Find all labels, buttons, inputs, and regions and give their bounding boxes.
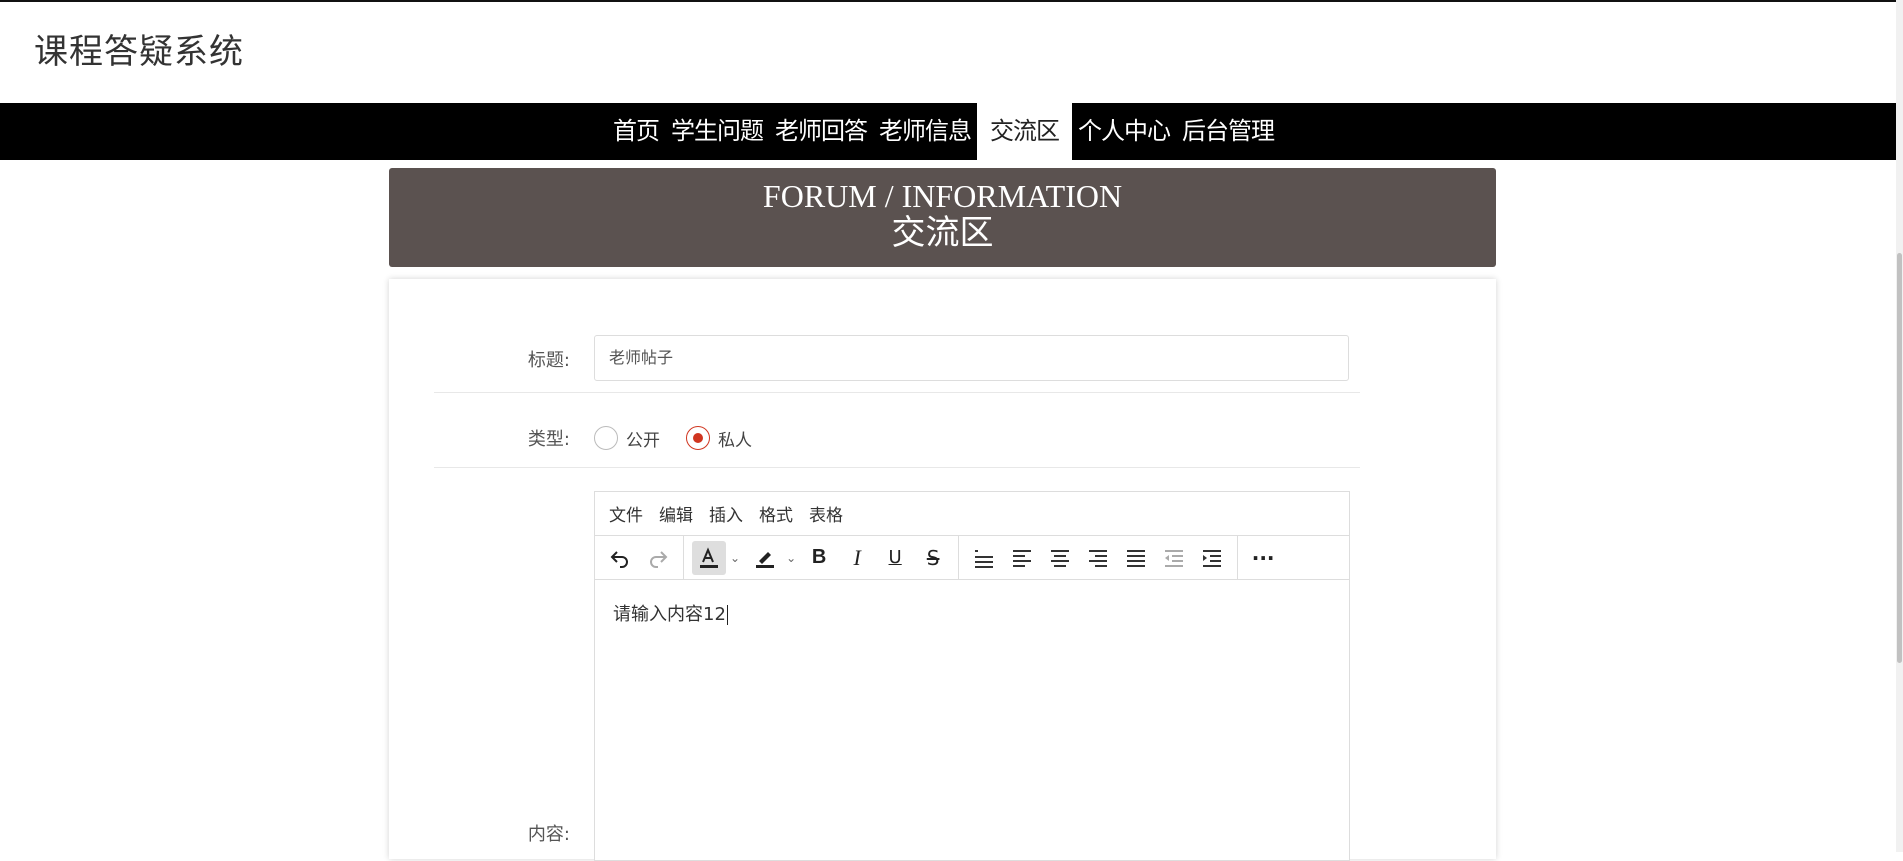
menu-table[interactable]: 表格 <box>809 501 843 526</box>
align-group <box>959 535 1239 580</box>
indent-icon[interactable] <box>1195 541 1229 575</box>
top-border <box>0 0 1903 2</box>
nav-personal-center[interactable]: 个人中心 <box>1072 103 1176 160</box>
line-height-icon[interactable] <box>967 541 1001 575</box>
editor-menubar: 文件 编辑 插入 格式 表格 <box>595 492 1349 536</box>
redo-icon[interactable] <box>641 541 675 575</box>
menu-insert[interactable]: 插入 <box>709 501 743 526</box>
banner-title-cn: 交流区 <box>891 215 994 252</box>
editor-content-text: 请输入内容12 <box>613 604 726 625</box>
page-banner: FORUM / INFORMATION 交流区 <box>389 168 1496 267</box>
chevron-down-icon[interactable]: ⌄ <box>730 551 740 565</box>
chevron-down-icon[interactable]: ⌄ <box>786 551 796 565</box>
more-icon[interactable]: ··· <box>1246 541 1280 575</box>
title-input[interactable]: 老师帖子 <box>594 335 1349 381</box>
undo-icon[interactable] <box>603 541 637 575</box>
nav-forum[interactable]: 交流区 <box>977 103 1072 160</box>
color-group: ⌄ ⌄ B I U S <box>684 535 960 580</box>
italic-icon[interactable]: I <box>840 541 874 575</box>
text-color-icon[interactable] <box>692 540 726 575</box>
radio-public[interactable]: 公开 <box>594 426 660 451</box>
outdent-icon[interactable] <box>1157 541 1191 575</box>
editor-content-area[interactable]: 请输入内容12 <box>595 580 1349 646</box>
content-label: 内容: <box>527 824 570 845</box>
banner-title-en: FORUM / INFORMATION <box>762 178 1123 214</box>
radio-public-circle[interactable] <box>594 426 618 450</box>
type-label: 类型: <box>527 429 570 450</box>
nav-admin[interactable]: 后台管理 <box>1176 103 1280 160</box>
title-label: 标题: <box>527 350 570 371</box>
underline-icon[interactable]: U <box>878 541 912 575</box>
divider <box>434 467 1360 468</box>
divider <box>434 392 1360 393</box>
highlight-icon[interactable] <box>748 541 782 575</box>
radio-private-circle[interactable] <box>686 426 710 450</box>
more-group: ··· <box>1238 536 1288 580</box>
radio-public-label: 公开 <box>626 430 660 451</box>
nav-teacher-answers[interactable]: 老师回答 <box>769 103 873 160</box>
menu-file[interactable]: 文件 <box>609 501 643 526</box>
nav-items: 首页 学生问题 老师回答 老师信息 交流区 个人中心 后台管理 <box>607 103 1280 160</box>
editor-toolbar: ⌄ ⌄ B I U S ··· <box>595 535 1349 580</box>
rich-text-editor: 文件 编辑 插入 格式 表格 ⌄ ⌄ B I U S ··· 请输入内容12 <box>594 491 1350 861</box>
radio-private-label: 私人 <box>718 430 752 451</box>
scrollbar-thumb[interactable] <box>1897 253 1902 663</box>
nav-teacher-info[interactable]: 老师信息 <box>873 103 977 160</box>
menu-edit[interactable]: 编辑 <box>659 501 693 526</box>
type-radio-group: 公开 私人 <box>594 425 778 451</box>
align-justify-icon[interactable] <box>1119 541 1153 575</box>
nav-home[interactable]: 首页 <box>607 103 665 160</box>
strikethrough-icon[interactable]: S <box>916 541 950 575</box>
menu-format[interactable]: 格式 <box>759 501 793 526</box>
align-left-icon[interactable] <box>1005 541 1039 575</box>
bold-icon[interactable]: B <box>802 541 836 575</box>
radio-private[interactable]: 私人 <box>686 426 752 451</box>
text-caret <box>726 605 728 625</box>
align-right-icon[interactable] <box>1081 541 1115 575</box>
align-center-icon[interactable] <box>1043 541 1077 575</box>
top-navbar: 首页 学生问题 老师回答 老师信息 交流区 个人中心 后台管理 <box>0 103 1896 160</box>
history-group <box>595 535 684 580</box>
nav-student-questions[interactable]: 学生问题 <box>665 103 769 160</box>
site-title: 课程答疑系统 <box>34 32 244 72</box>
page-scrollbar[interactable] <box>1896 0 1903 852</box>
